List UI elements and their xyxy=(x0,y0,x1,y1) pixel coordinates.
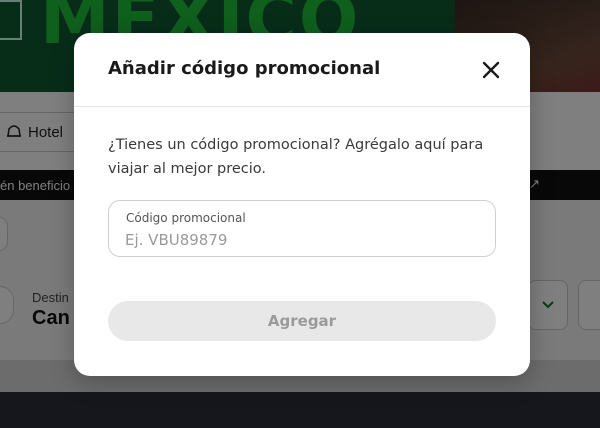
close-button[interactable] xyxy=(476,55,506,85)
close-icon xyxy=(482,61,500,79)
promo-code-field[interactable]: Código promocional xyxy=(108,200,496,257)
promo-code-modal: Añadir código promocional ¿Tienes un cód… xyxy=(74,33,530,376)
promo-code-label: Código promocional xyxy=(126,211,246,225)
add-button[interactable]: Agregar xyxy=(108,301,496,341)
modal-title: Añadir código promocional xyxy=(108,58,381,79)
modal-header: Añadir código promocional xyxy=(74,33,530,107)
modal-description: ¿Tienes un código promocional? Agrégalo … xyxy=(108,137,484,177)
promo-code-input[interactable] xyxy=(125,229,475,251)
